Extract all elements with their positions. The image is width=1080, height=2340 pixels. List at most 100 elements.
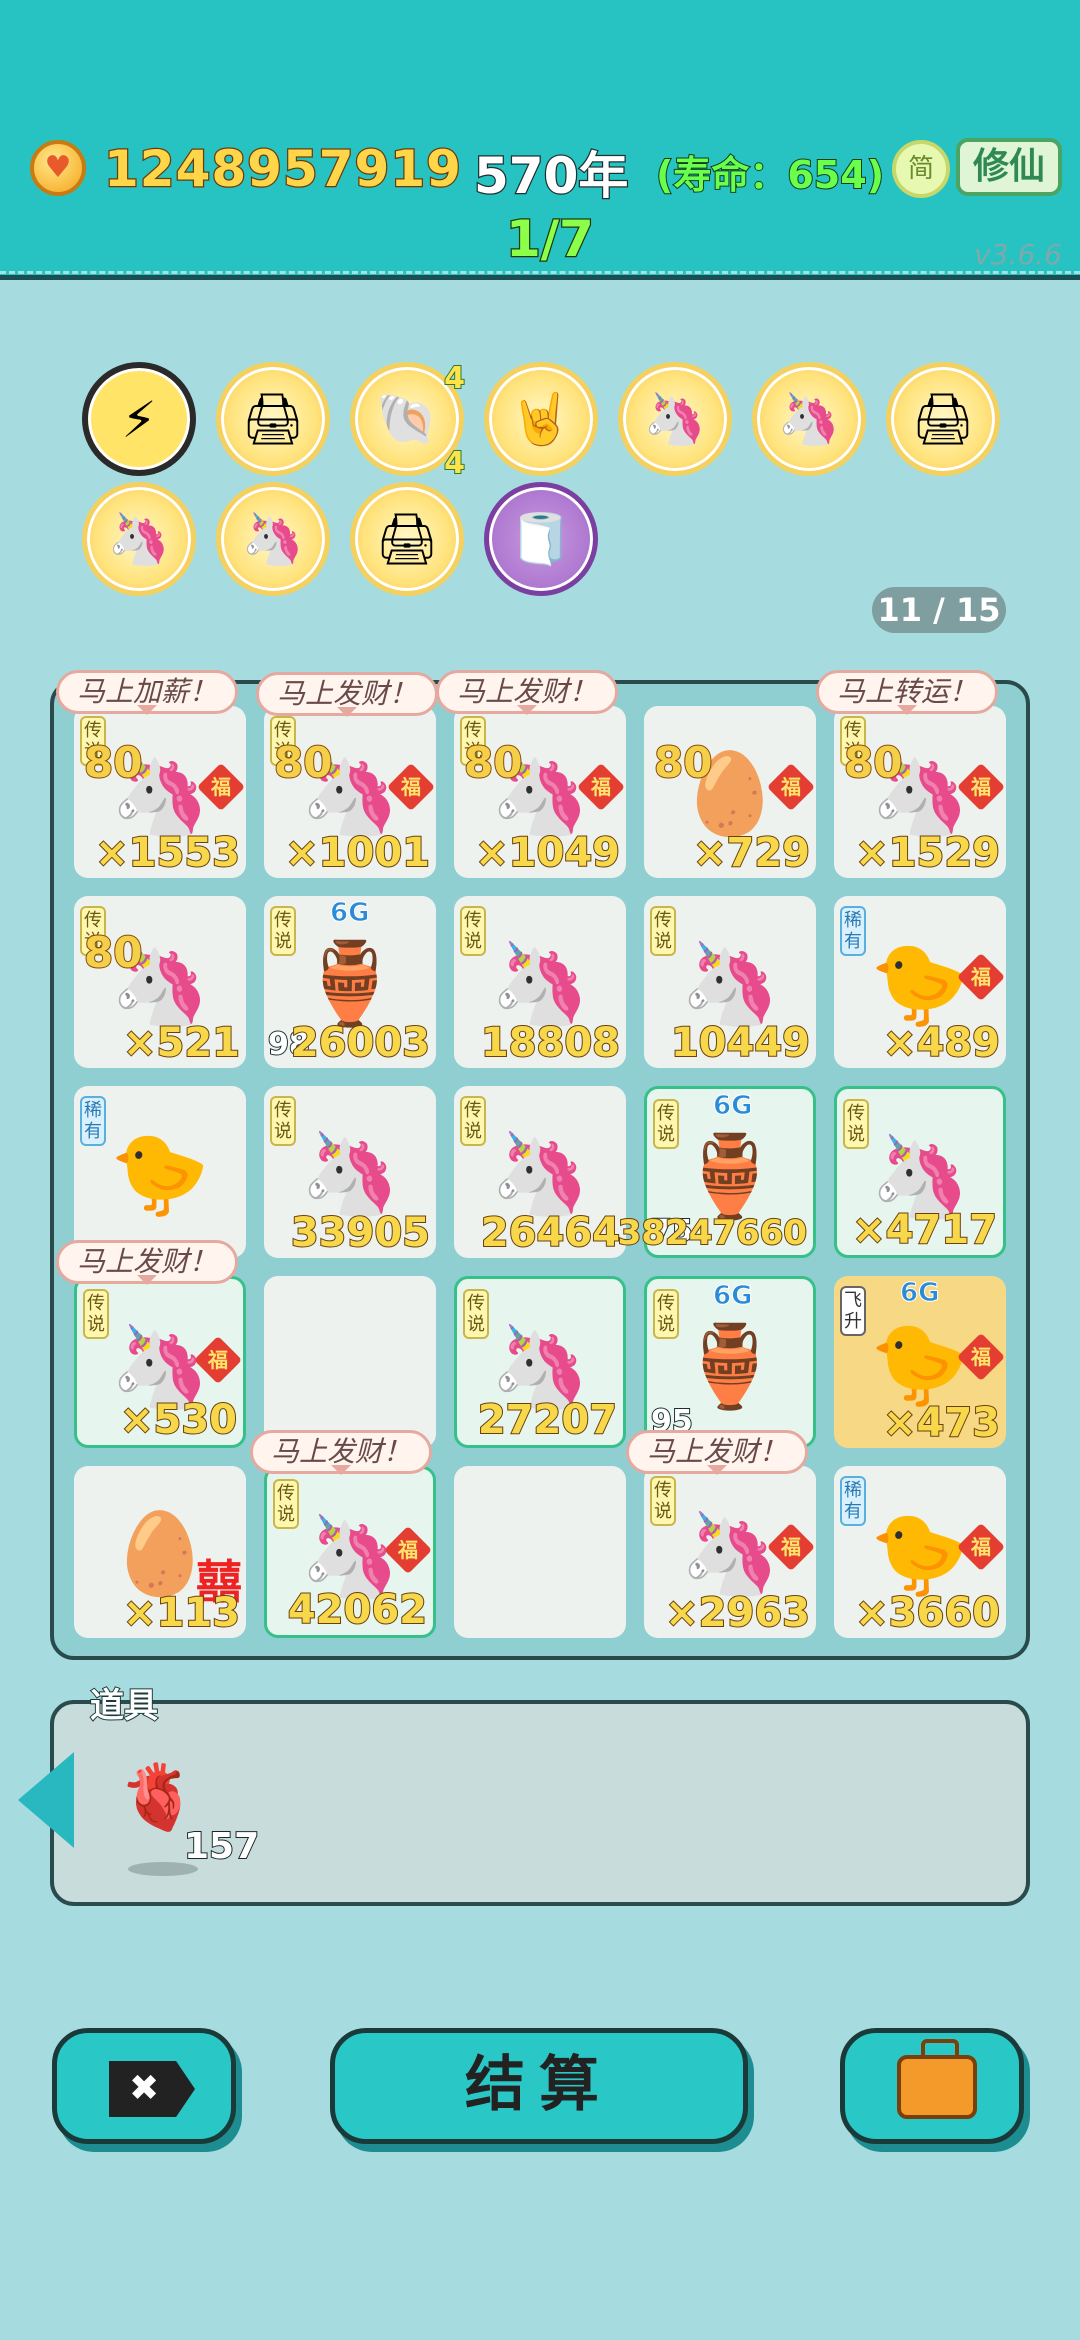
item-count: ×1001: [284, 829, 431, 877]
briefcase-icon: [897, 2039, 977, 2119]
unicorn-icon: 🦄: [241, 510, 305, 568]
printer-buff[interactable]: 🖨: [886, 362, 1000, 476]
grid-cell[interactable]: 传说 🦄 18808: [454, 896, 626, 1068]
cancel-button[interactable]: [52, 2028, 236, 2144]
item-count: ×1553: [94, 829, 241, 877]
item-count: 26464: [480, 1209, 621, 1257]
bonus-bubble: 马上加薪！: [56, 670, 239, 715]
arrow-left-icon[interactable]: [18, 1752, 74, 1848]
year-display: 570年: [473, 146, 630, 207]
unicorn-buff[interactable]: 🦄: [752, 362, 866, 476]
item-count: ×3660: [854, 1589, 1001, 1637]
bonus-bubble: 马上发财！: [626, 1430, 809, 1475]
buff-count: 4: [443, 360, 466, 397]
printer-icon: 🖨: [911, 390, 975, 448]
fortune-badge: 福: [766, 1522, 816, 1572]
grid-cell[interactable]: 🥚 80 福 ×729: [644, 706, 816, 878]
fortune-badge: 福: [956, 1522, 1006, 1572]
props-title: 道具: [89, 1685, 159, 1727]
grid-cell[interactable]: 稀有 🐤 福 ×3660: [834, 1466, 1006, 1638]
grid-cell[interactable]: 飞升 🐤 6G 福 ×473: [834, 1276, 1006, 1448]
item-count: ×1049: [474, 829, 621, 877]
grid-cell[interactable]: 传说 🦄 福 42062: [264, 1466, 436, 1638]
item-count: ×2963: [664, 1589, 811, 1637]
shell-buff[interactable]: 🐚 4 4: [350, 360, 466, 482]
item-count: 18808: [480, 1019, 621, 1067]
grid-cell[interactable]: 🥚 囍 ×113: [74, 1466, 246, 1638]
grid-cell[interactable]: 传说 🏺 6G 75 38247660: [617, 1086, 816, 1258]
grid-cell[interactable]: 传说 🦄 80 福 ×1553: [74, 706, 246, 878]
item-count: ×1529: [854, 829, 1001, 877]
printer-buff[interactable]: 🖨: [350, 482, 464, 596]
grade-label: 6G: [712, 1091, 753, 1122]
item-count: ×113: [122, 1589, 241, 1637]
bonus-bubble: 马上发财！: [436, 670, 619, 715]
grid-cell[interactable]: 传说 🏺 6G 95: [644, 1276, 816, 1448]
item-icon: 🏺: [680, 1130, 780, 1223]
tissue-box-buff[interactable]: 🧻: [484, 482, 598, 596]
close-icon: [109, 2061, 195, 2117]
bonus-value: 80: [463, 737, 523, 788]
item-icon: 🦄: [680, 937, 780, 1030]
bonus-value: 80: [83, 737, 143, 788]
bonus-bubble: 马上发财！: [256, 672, 439, 717]
item-count: 27207: [477, 1396, 618, 1444]
grid-cell[interactable]: 稀有 🐤: [74, 1086, 246, 1258]
grid-cell[interactable]: 传说 🦄 33905: [264, 1086, 436, 1258]
item-count: ×489: [882, 1019, 1001, 1067]
rock-hand-icon: 🤘: [509, 390, 573, 448]
fortune-badge: 福: [956, 1332, 1006, 1382]
unicorn-icon: 🦄: [643, 390, 707, 448]
fortune-badge: 福: [956, 952, 1006, 1002]
item-count: ×521: [122, 1019, 241, 1067]
item-count: 42062: [287, 1586, 428, 1634]
bonus-bubble: 马上发财！: [250, 1430, 433, 1475]
grid-cell[interactable]: 传说 🦄 80 福 ×1049: [454, 706, 626, 878]
bag-button[interactable]: [840, 2028, 1024, 2144]
lightning-buff[interactable]: ⚡: [82, 362, 196, 476]
grid-cell[interactable]: 传说 🦄 27207: [454, 1276, 626, 1448]
item-icon: 🏺: [300, 937, 400, 1030]
bonus-bubble: 马上转运！: [816, 670, 999, 715]
buff-count: 4: [443, 445, 466, 482]
item-icon: 🐤: [110, 1127, 210, 1220]
language-toggle-button[interactable]: 简: [892, 140, 950, 198]
grade-label: 6G: [899, 1278, 940, 1309]
liver-icon[interactable]: 🫀: [118, 1766, 198, 1830]
bonus-bubble: 马上发财！: [56, 1240, 239, 1285]
grid-cell[interactable]: 传说 🦄 80 福 ×1529: [834, 706, 1006, 878]
coin-icon: [30, 140, 86, 196]
unicorn-icon: 🦄: [107, 510, 171, 568]
grade-label: 6G: [712, 1281, 753, 1312]
settle-button[interactable]: 结算: [330, 2028, 748, 2144]
shell-icon: 🐚: [375, 390, 439, 448]
item-icon: 🦄: [490, 937, 590, 1030]
round-counter: 1/7: [505, 209, 595, 270]
grid-cell[interactable]: 传说 🦄 ×4717: [834, 1086, 1006, 1258]
grid-cell[interactable]: 传说 🦄 福 ×2963: [644, 1466, 816, 1638]
grid-cell[interactable]: 传说 🦄 10449: [644, 896, 816, 1068]
unicorn-buff[interactable]: 🦄: [82, 482, 196, 596]
tissue-box-icon: 🧻: [509, 510, 573, 568]
rock-hand-buff[interactable]: 🤘: [484, 362, 598, 476]
printer-buff[interactable]: 🖨: [216, 362, 330, 476]
unicorn-icon: 🦄: [777, 390, 841, 448]
grid-cell[interactable]: [454, 1466, 626, 1638]
item-icon: 🏺: [680, 1320, 780, 1413]
grid-cell[interactable]: 传说 🦄 80 福 ×1001: [264, 706, 436, 878]
fortune-badge: 福: [386, 762, 436, 812]
cultivate-button[interactable]: 修仙: [956, 138, 1062, 196]
grid-cell[interactable]: [264, 1276, 436, 1448]
item-count: ×4717: [851, 1206, 998, 1254]
grid-cell[interactable]: 传说 🦄 福 ×530: [74, 1276, 246, 1448]
unicorn-buff[interactable]: 🦄: [216, 482, 330, 596]
grid-cell[interactable]: 传说 🦄 26464: [454, 1086, 626, 1258]
fortune-badge: 福: [766, 762, 816, 812]
grid-cell[interactable]: 稀有 🐤 福 ×489: [834, 896, 1006, 1068]
unicorn-buff[interactable]: 🦄: [618, 362, 732, 476]
bonus-value: 80: [273, 737, 333, 788]
grid-cell[interactable]: 传说 🦄 80 ×521: [74, 896, 246, 1068]
item-count: ×473: [882, 1399, 1001, 1447]
grid-cell[interactable]: 传说 🏺 6G 98 26003: [264, 896, 436, 1068]
item-count: ×729: [692, 829, 811, 877]
